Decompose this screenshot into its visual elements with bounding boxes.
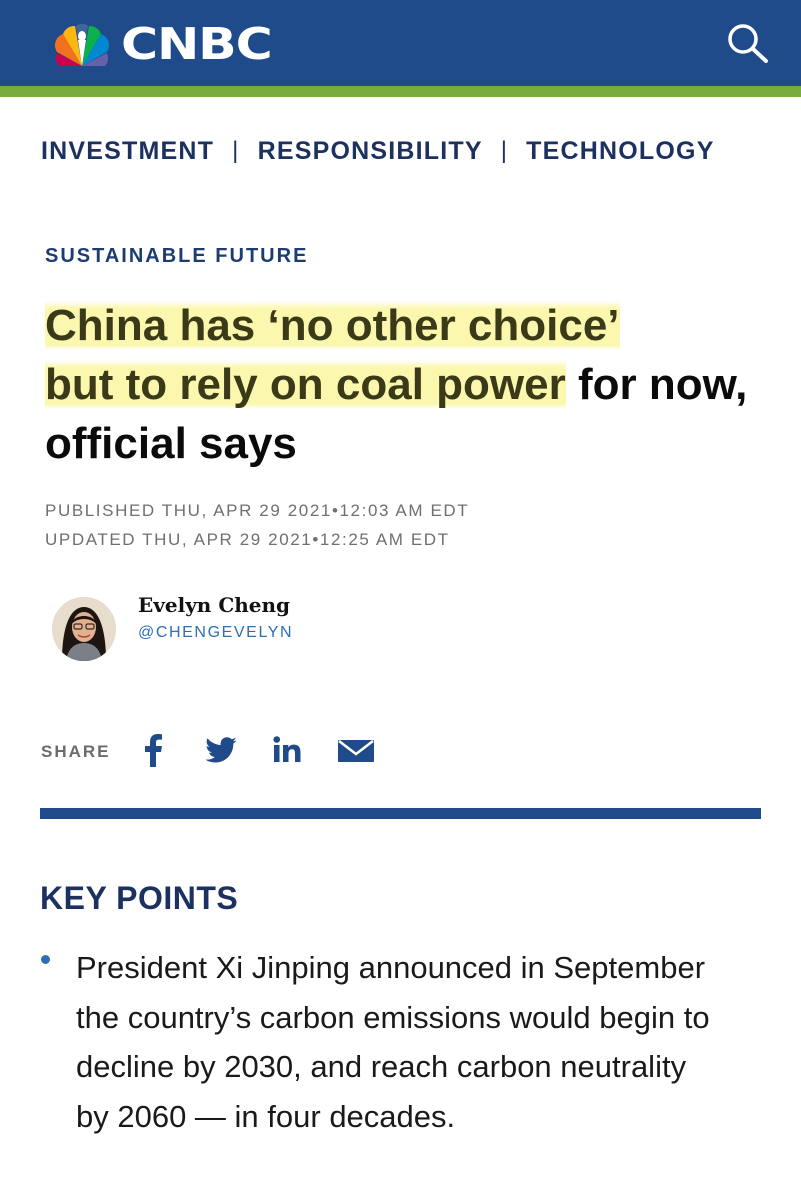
nav-separator: | bbox=[232, 137, 240, 164]
author-avatar[interactable] bbox=[52, 597, 116, 661]
twitter-share-button[interactable] bbox=[203, 733, 239, 767]
key-point-item: President Xi Jinping announced in Septem… bbox=[76, 950, 710, 1134]
section-divider bbox=[40, 808, 761, 819]
updated-date: UPDATED THU, APR 29 2021•12:25 AM EDT bbox=[45, 530, 450, 549]
linkedin-share-button[interactable] bbox=[272, 733, 304, 767]
header-bar: CNBC bbox=[0, 0, 801, 86]
nav-item-investment[interactable]: INVESTMENT bbox=[41, 137, 214, 166]
search-icon bbox=[728, 24, 768, 63]
search-button[interactable] bbox=[722, 19, 772, 65]
brand-wordmark: CNBC bbox=[121, 19, 273, 70]
facebook-icon bbox=[145, 734, 162, 767]
key-points-title: KEY POINTS bbox=[40, 880, 239, 916]
cnbc-logo[interactable]: CNBC bbox=[49, 21, 273, 69]
nbc-peacock-icon bbox=[49, 22, 115, 68]
nav-separator: | bbox=[500, 137, 509, 164]
published-date: PUBLISHED THU, APR 29 2021•12:03 AM EDT bbox=[45, 501, 470, 520]
headline-highlight-2: but to rely on coal power bbox=[45, 360, 566, 409]
twitter-icon bbox=[205, 737, 237, 763]
accent-strip bbox=[0, 86, 801, 97]
headline-highlight-1: China has ‘no other choice’ bbox=[45, 301, 620, 350]
email-share-button[interactable] bbox=[336, 733, 376, 767]
nav-item-technology[interactable]: TECHNOLOGY bbox=[526, 137, 714, 166]
nav-item-responsibility[interactable]: RESPONSIBILITY bbox=[258, 137, 483, 166]
facebook-share-button[interactable] bbox=[142, 733, 164, 767]
author-handle[interactable]: @CHENGEVELYN bbox=[138, 624, 293, 642]
section-kicker[interactable]: SUSTAINABLE FUTURE bbox=[45, 245, 308, 268]
email-icon bbox=[338, 740, 374, 762]
article-dates: PUBLISHED THU, APR 29 2021•12:03 AM EDT … bbox=[45, 496, 469, 554]
bullet-dot bbox=[41, 955, 50, 964]
headline: China has ‘no other choice’ but to rely o… bbox=[45, 296, 775, 473]
share-label: SHARE bbox=[41, 742, 111, 761]
linkedin-icon bbox=[273, 736, 301, 762]
author-name[interactable]: Evelyn Cheng bbox=[138, 593, 290, 617]
section-nav: INVESTMENT | RESPONSIBILITY | TECHNOLOGY bbox=[41, 136, 715, 166]
